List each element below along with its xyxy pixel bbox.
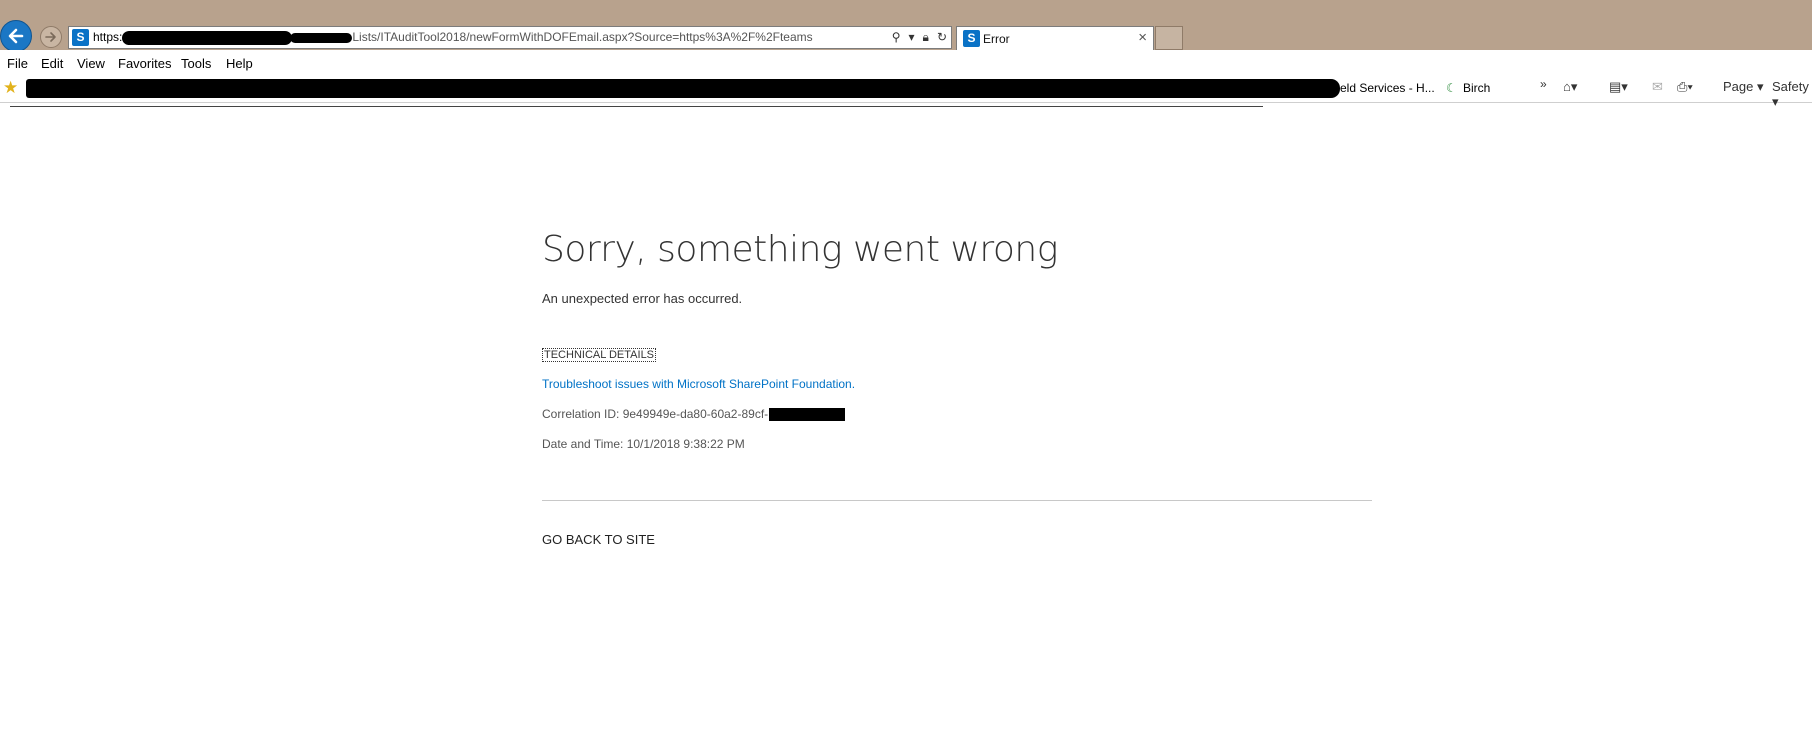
- redacted-host-part: [290, 32, 353, 43]
- page-menu-label: Page: [1723, 79, 1754, 94]
- new-tab-button[interactable]: [1155, 26, 1183, 50]
- date-time: Date and Time: 10/1/2018 9:38:22 PM: [542, 437, 745, 451]
- sharepoint-favicon-icon: S: [72, 29, 89, 46]
- address-tools: ⚲ ▾ 🔒︎ ↻: [884, 30, 947, 45]
- menu-file[interactable]: File: [7, 56, 28, 71]
- back-button[interactable]: [0, 20, 32, 52]
- correlation-id: Correlation ID: 9e49949e-da80-60a2-89cf-: [542, 407, 846, 422]
- menu-bar: File Edit View Favorites Tools Help: [0, 50, 1812, 76]
- redacted-favorites: [26, 79, 1340, 98]
- troubleshoot-link[interactable]: Troubleshoot issues with Microsoft Share…: [542, 377, 855, 391]
- lock-icon[interactable]: 🔒︎: [923, 30, 929, 44]
- sharepoint-tab-icon: S: [963, 30, 980, 47]
- favorites-star-icon[interactable]: ★: [3, 78, 18, 98]
- tab-title: Error: [983, 32, 1010, 46]
- mail-icon[interactable]: ✉: [1652, 79, 1663, 95]
- forward-button[interactable]: [40, 26, 62, 48]
- favorite-item-field-services[interactable]: eld Services - H...: [1340, 81, 1435, 95]
- browser-frame: S https: Lists/ITAuditTool2018/newFormWit…: [0, 0, 1812, 52]
- home-icon[interactable]: ⌂▾: [1563, 79, 1577, 95]
- tab-error[interactable]: S Error ×: [956, 26, 1154, 50]
- search-icon[interactable]: ⚲: [892, 30, 901, 44]
- back-arrow-icon: [8, 28, 24, 44]
- error-content: Sorry, something went wrong An unexpecte…: [542, 226, 1372, 547]
- favorites-overflow-icon[interactable]: »: [1540, 77, 1547, 91]
- menu-edit[interactable]: Edit: [41, 56, 63, 71]
- safety-menu[interactable]: Safety ▾: [1772, 79, 1812, 110]
- redacted-host: [122, 30, 293, 45]
- error-title: Sorry, something went wrong: [542, 229, 1058, 270]
- feeds-icon[interactable]: ▤▾: [1609, 79, 1628, 95]
- safety-menu-label: Safety: [1772, 79, 1809, 94]
- refresh-icon[interactable]: ↻: [937, 30, 947, 44]
- favorites-bar: ★ eld Services - H... ☾ Birch » ⌂▾ ▤▾ ✉ …: [0, 76, 1812, 109]
- favorite-item-birch[interactable]: Birch: [1463, 81, 1490, 95]
- technical-details-link[interactable]: TECHNICAL DETAILS: [542, 348, 657, 362]
- go-back-button[interactable]: GO BACK TO SITE: [542, 532, 655, 547]
- close-tab-icon[interactable]: ×: [1138, 29, 1147, 46]
- error-description: An unexpected error has occurred.: [542, 291, 743, 306]
- url-path: Lists/ITAuditTool2018/newFormWithDOFEmai…: [352, 30, 813, 44]
- menu-favorites[interactable]: Favorites: [118, 56, 171, 71]
- menu-view[interactable]: View: [77, 56, 105, 71]
- page-menu[interactable]: Page ▾: [1723, 79, 1764, 95]
- dropdown-arrow-icon[interactable]: ▾: [909, 30, 915, 44]
- url-input[interactable]: https: Lists/ITAuditTool2018/newFormWithD…: [93, 30, 813, 45]
- address-bar[interactable]: S https: Lists/ITAuditTool2018/newFormWit…: [68, 26, 952, 49]
- favorite-birch-icon: ☾: [1446, 81, 1457, 95]
- redacted-correlation: [769, 408, 846, 422]
- menu-tools[interactable]: Tools: [181, 56, 211, 71]
- correlation-id-text: Correlation ID: 9e49949e-da80-60a2-89cf-: [542, 407, 769, 421]
- menu-help[interactable]: Help: [226, 56, 253, 71]
- toolbar-divider: [10, 106, 1263, 107]
- content-divider: [542, 500, 1372, 501]
- forward-arrow-icon: [45, 32, 56, 42]
- url-scheme: https:: [93, 30, 123, 44]
- print-icon[interactable]: ⎙▾: [1677, 79, 1693, 95]
